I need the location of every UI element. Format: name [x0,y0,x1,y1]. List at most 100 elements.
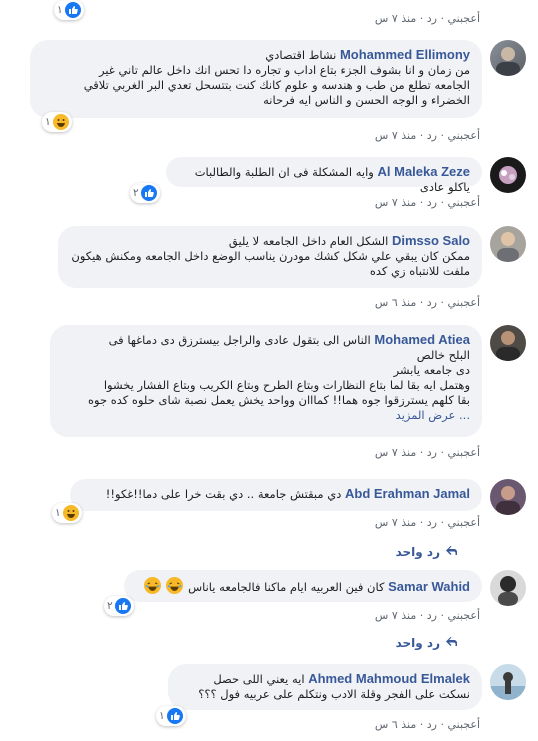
reactions-badge[interactable]: ٢ [104,596,134,616]
like-link[interactable]: أعجبني [447,12,480,25]
comment-text: الجامعه تطلع من طب و هندسه و علوم كانك ك… [83,78,470,92]
comment-text: الشكل العام داخل الجامعه لا يليق [228,234,389,248]
comment-actions: أعجبني · رد · منذ ٧ س [374,446,480,459]
comment-text: البلح خالص [416,348,470,362]
comment-text: وهتمل ايه بقا لما بتاع النظارات وبتاع ال… [103,378,470,392]
avatar[interactable] [490,664,526,700]
comment: Mohammed Ellimony نشاط اقتصادي من زمان و… [0,40,526,150]
reactions-count: ١ [57,4,63,16]
reply-link[interactable]: رد [427,196,437,209]
reactions-badge[interactable]: ٢ [130,183,160,203]
like-reaction-icon [114,598,131,614]
comment: Samar Wahid كان فين العربيه ايام ماكنا ف… [0,570,526,630]
like-reaction-icon [64,2,81,18]
reply-arrow-icon [446,636,458,650]
comment: Ahmed Mahmoud Elmalek ايه يعني اللى حصل … [0,664,526,741]
reactions-count: ١ [159,710,165,722]
reply-count-label: رد واحد [395,636,440,650]
comment: Al Maleka Zeze وايه المشكلة فى ان الطلبة… [0,157,526,217]
comment: Abd Erahman Jamal دي مبقتش جامعة .. دي ب… [0,479,526,539]
reply-link[interactable]: رد [427,516,437,529]
laughing-emoji-icon [166,577,184,594]
comment-bubble: Mohamed Atiea الناس الى بتقول عادى والرا… [50,325,482,437]
avatar[interactable] [490,325,526,361]
reactions-badge[interactable]: ١ [156,706,186,726]
timestamp[interactable]: منذ ٧ س [375,609,416,622]
author-name[interactable]: Samar Wahid [388,579,470,594]
reply-link[interactable]: رد [427,446,437,459]
like-link[interactable]: أعجبني [447,718,480,731]
author-name[interactable]: Abd Erahman Jamal [345,486,470,501]
laughing-emoji-icon [143,577,161,594]
timestamp[interactable]: منذ ٦ س [375,296,416,309]
comment-text: نسكت على الفجر وقلة الادب ونتكلم على عرب… [198,687,470,701]
comment-text: بقا كلهم يسترزقوا جوه هما!! كمااان وواحد… [88,393,470,407]
avatar[interactable] [490,570,526,606]
timestamp[interactable]: منذ ٧ س [375,12,416,25]
view-replies-link[interactable]: رد واحد [396,545,458,559]
author-name[interactable]: Al Maleka Zeze [378,164,471,179]
comment-text: الخضراء و الوجه الحسن و الناس ايه فرحانه [263,93,470,107]
reply-count-label: رد واحد [395,545,440,559]
comment-text: كان فين العربيه ايام ماكنا فالجامعه يانا… [188,580,385,594]
comment-actions: أعجبني · رد · منذ ٧ س [374,516,480,529]
reactions-badge[interactable]: ١ [52,503,82,523]
avatar[interactable] [490,40,526,76]
timestamp[interactable]: منذ ٦ س [375,718,416,731]
like-link[interactable]: أعجبني [447,516,480,529]
avatar[interactable] [490,157,526,193]
comment-actions: أعجبني · رد · منذ ٧ س [374,609,480,622]
reactions-count: ١ [55,507,61,519]
like-link[interactable]: أعجبني [447,196,480,209]
timestamp[interactable]: منذ ٧ س [375,129,416,142]
author-name[interactable]: Mohamed Atiea [374,332,470,347]
comment-text: دى جامعه يابشر [393,363,470,377]
comment-text: الناس الى بتقول عادى والراجل بيسترزق دى … [108,333,371,347]
author-name[interactable]: Ahmed Mahmoud Elmalek [308,671,470,686]
haha-reaction-icon [62,505,79,521]
reply-link[interactable]: رد [427,296,437,309]
comment-bubble: Ahmed Mahmoud Elmalek ايه يعني اللى حصل … [168,664,482,710]
reply-link[interactable]: رد [427,129,437,142]
reply-link[interactable]: رد [427,609,437,622]
comment-actions: أعجبني · رد · منذ ٧ س [374,196,480,209]
author-name[interactable]: Dimsso Salo [392,233,470,248]
comment-bubble: Mohammed Ellimony نشاط اقتصادي من زمان و… [30,40,482,118]
comment-text: من زمان و انا بشوف الجزء بتاع اداب و تجا… [98,63,470,77]
like-link[interactable]: أعجبني [447,129,480,142]
comment-text: ايه يعني اللى حصل [213,672,305,686]
reply-link[interactable]: رد [427,718,437,731]
comment-bubble: Al Maleka Zeze وايه المشكلة فى ان الطلبة… [166,157,482,194]
avatar[interactable] [490,479,526,515]
comment-bubble: Abd Erahman Jamal دي مبقتش جامعة .. دي ب… [70,479,482,511]
like-link[interactable]: أعجبني [447,296,480,309]
reactions-badge[interactable]: ١ [42,112,72,132]
comment-text: نشاط اقتصادي [265,48,337,62]
comment-text: ملفت للانتباه زي كده [369,264,470,278]
comment: Mohamed Atiea الناس الى بتقول عادى والرا… [0,325,526,465]
reactions-count: ٢ [133,187,139,199]
author-name[interactable]: Mohammed Ellimony [340,47,470,62]
timestamp[interactable]: منذ ٧ س [375,446,416,459]
reply-arrow-icon [446,545,458,559]
comment-actions: أعجبني · رد · منذ ٧ س [374,129,480,142]
comment-actions: أعجبني · رد · منذ ٦ س [374,718,480,731]
comment-bubble: Dimsso Salo الشكل العام داخل الجامعه لا … [58,226,482,288]
top-comment-actions: أعجبني · رد · منذ ٧ س [374,12,480,25]
comment-actions: أعجبني · رد · منذ ٦ س [374,296,480,309]
timestamp[interactable]: منذ ٧ س [375,516,416,529]
view-replies-link[interactable]: رد واحد [396,636,458,650]
like-link[interactable]: أعجبني [447,609,480,622]
reactions-badge[interactable]: ١ [54,0,84,20]
haha-reaction-icon [52,114,69,130]
comment-text: دي مبقتش جامعة .. دي بقت خرا على دما!!غك… [105,487,342,501]
timestamp[interactable]: منذ ٧ س [375,196,416,209]
reactions-count: ١ [45,116,51,128]
like-link[interactable]: أعجبني [447,446,480,459]
like-reaction-icon [140,185,157,201]
see-more-link[interactable]: ... عرض المزيد [62,408,470,423]
avatar[interactable] [490,226,526,262]
reactions-count: ٢ [107,600,113,612]
comment-bubble: Samar Wahid كان فين العربيه ايام ماكنا ف… [124,570,482,602]
reply-link[interactable]: رد [427,12,437,25]
